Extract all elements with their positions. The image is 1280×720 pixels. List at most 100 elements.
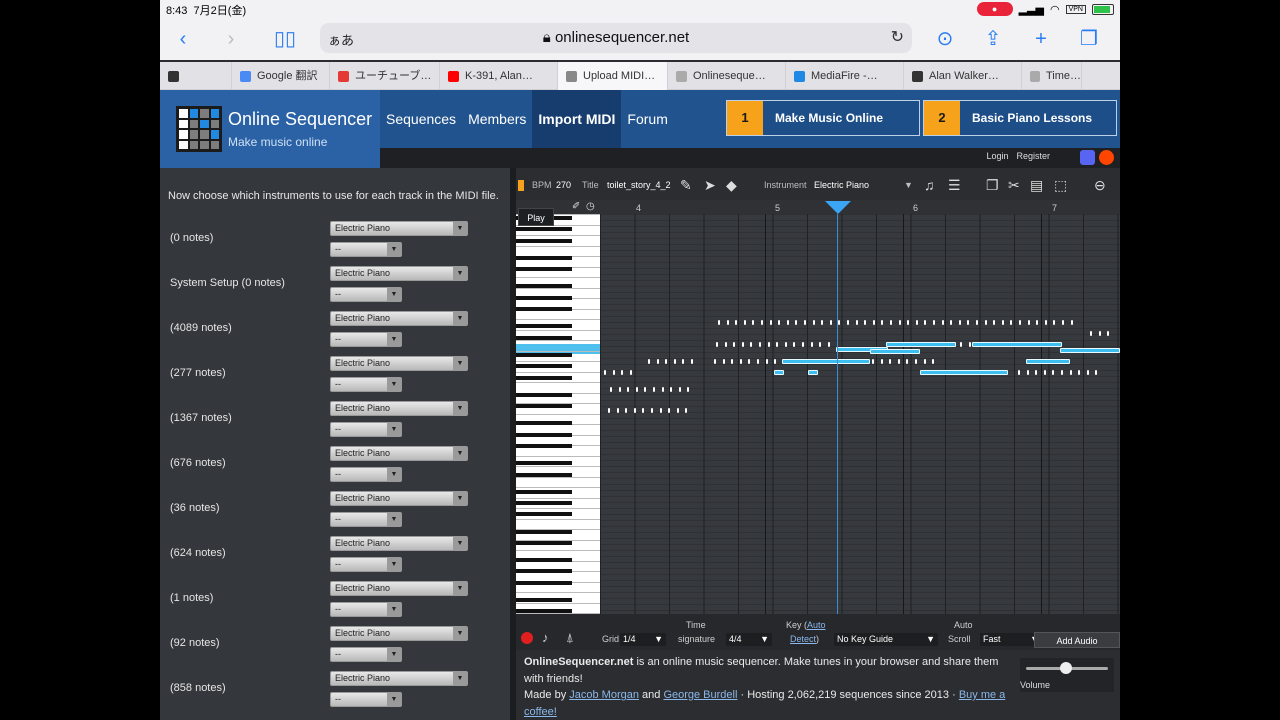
note[interactable] — [691, 359, 693, 364]
note[interactable] — [633, 408, 636, 413]
instrument-select[interactable]: Electric Piano ▼ — [330, 356, 468, 371]
note[interactable] — [610, 387, 612, 392]
note[interactable] — [767, 342, 770, 347]
note[interactable] — [616, 408, 619, 413]
note[interactable] — [1019, 320, 1021, 325]
note[interactable] — [741, 342, 744, 347]
note[interactable] — [907, 320, 910, 325]
note[interactable] — [769, 320, 772, 325]
scroll-select[interactable]: Fast ▼ — [980, 633, 1042, 646]
black-key[interactable] — [516, 267, 572, 272]
forward-icon[interactable]: › — [218, 26, 244, 52]
metronome-icon[interactable]: ♪ — [542, 630, 549, 645]
black-key[interactable] — [516, 512, 572, 517]
note[interactable] — [897, 359, 900, 364]
note[interactable] — [872, 359, 874, 364]
note[interactable] — [765, 359, 768, 364]
note[interactable] — [880, 359, 883, 364]
paste-icon[interactable]: ▤ — [1030, 177, 1043, 194]
note[interactable] — [1044, 320, 1047, 325]
octave-select[interactable]: -- ▼ — [330, 332, 402, 347]
color-swatch[interactable] — [518, 180, 524, 191]
note[interactable] — [915, 359, 917, 364]
black-key[interactable] — [516, 489, 572, 494]
nav-import-midi[interactable]: Import MIDI — [532, 90, 622, 148]
note[interactable] — [847, 320, 849, 325]
eraser-icon[interactable]: ◆ — [726, 177, 737, 194]
auto-detect-link[interactable]: Auto — [807, 620, 826, 630]
note[interactable] — [625, 408, 628, 413]
note[interactable] — [673, 359, 676, 364]
note[interactable] — [726, 320, 729, 325]
note[interactable] — [872, 320, 875, 325]
note[interactable] — [778, 320, 781, 325]
note[interactable] — [1018, 370, 1020, 375]
share-icon[interactable]: ⇪ — [980, 26, 1006, 52]
note[interactable] — [1107, 331, 1110, 336]
key-guide-select[interactable]: No Key Guide ▼ — [834, 633, 938, 646]
note[interactable] — [761, 320, 763, 325]
browser-tab[interactable]: ユーチューブ… — [330, 62, 440, 90]
instrument-select[interactable]: Electric Piano ▼ — [330, 221, 468, 236]
note[interactable] — [950, 320, 953, 325]
black-key[interactable] — [516, 375, 572, 380]
black-key[interactable] — [516, 352, 572, 357]
instrument-select[interactable]: Electric Piano ▼ — [330, 401, 468, 416]
black-key[interactable] — [516, 540, 572, 545]
octave-select[interactable]: -- ▼ — [330, 692, 402, 707]
browser-tab[interactable]: K-391, Alan… — [440, 62, 558, 90]
pointer-icon[interactable]: ➤ — [704, 177, 716, 194]
black-key[interactable] — [516, 324, 572, 329]
note[interactable] — [724, 342, 727, 347]
note[interactable] — [714, 359, 716, 364]
black-key[interactable] — [516, 472, 572, 477]
promo-piano-lessons[interactable]: 2 Basic Piano Lessons — [923, 100, 1117, 136]
note[interactable] — [612, 370, 615, 375]
black-key[interactable] — [516, 238, 572, 243]
note[interactable] — [1070, 320, 1073, 325]
note[interactable] — [618, 387, 621, 392]
note[interactable] — [670, 387, 673, 392]
note[interactable] — [651, 408, 653, 413]
note[interactable] — [829, 320, 832, 325]
note[interactable] — [827, 342, 830, 347]
note-grid[interactable] — [600, 214, 1120, 614]
black-key[interactable] — [516, 558, 572, 562]
note[interactable] — [661, 387, 664, 392]
play-button[interactable]: Play — [518, 208, 554, 226]
black-key[interactable] — [516, 307, 572, 312]
note[interactable] — [739, 359, 742, 364]
note[interactable] — [1036, 320, 1039, 325]
black-key[interactable] — [516, 364, 572, 369]
register-link[interactable]: Register — [1016, 151, 1050, 161]
bpm-input[interactable]: 270 — [556, 180, 571, 190]
playhead-marker[interactable] — [825, 201, 851, 214]
note[interactable] — [1027, 320, 1030, 325]
octave-select[interactable]: -- ▼ — [330, 602, 402, 617]
black-key[interactable] — [516, 295, 572, 300]
promo-make-music[interactable]: 1 Make Music Online — [726, 100, 920, 136]
black-key[interactable] — [516, 501, 572, 505]
note[interactable] — [812, 320, 815, 325]
note[interactable] — [1060, 348, 1120, 353]
note[interactable] — [976, 320, 978, 325]
instrument-select[interactable]: Electric Piano ▼ — [330, 671, 468, 686]
browser-tab[interactable]: MediaFire -… — [786, 62, 904, 90]
note[interactable] — [635, 387, 638, 392]
instrument-select[interactable]: Electric Piano ▼ — [330, 311, 468, 326]
add-audio-button[interactable]: Add Audio — [1034, 632, 1120, 648]
octave-select[interactable]: -- ▼ — [330, 512, 402, 527]
author-jacob-link[interactable]: Jacob Morgan — [569, 689, 639, 701]
note[interactable] — [870, 349, 920, 354]
note[interactable] — [1078, 370, 1081, 375]
note[interactable] — [804, 320, 806, 325]
select-box-icon[interactable]: ⬚ — [1054, 177, 1067, 194]
instrument-select[interactable]: Electric Piano ▼ — [330, 266, 468, 281]
black-key[interactable] — [516, 444, 572, 448]
instrument-select[interactable]: Electric Piano ▼ — [330, 446, 468, 461]
note[interactable] — [718, 320, 720, 325]
clock-icon[interactable]: ◷ — [586, 201, 595, 212]
octave-select[interactable]: -- ▼ — [330, 647, 402, 662]
note[interactable] — [972, 342, 1062, 347]
note[interactable] — [786, 320, 789, 325]
